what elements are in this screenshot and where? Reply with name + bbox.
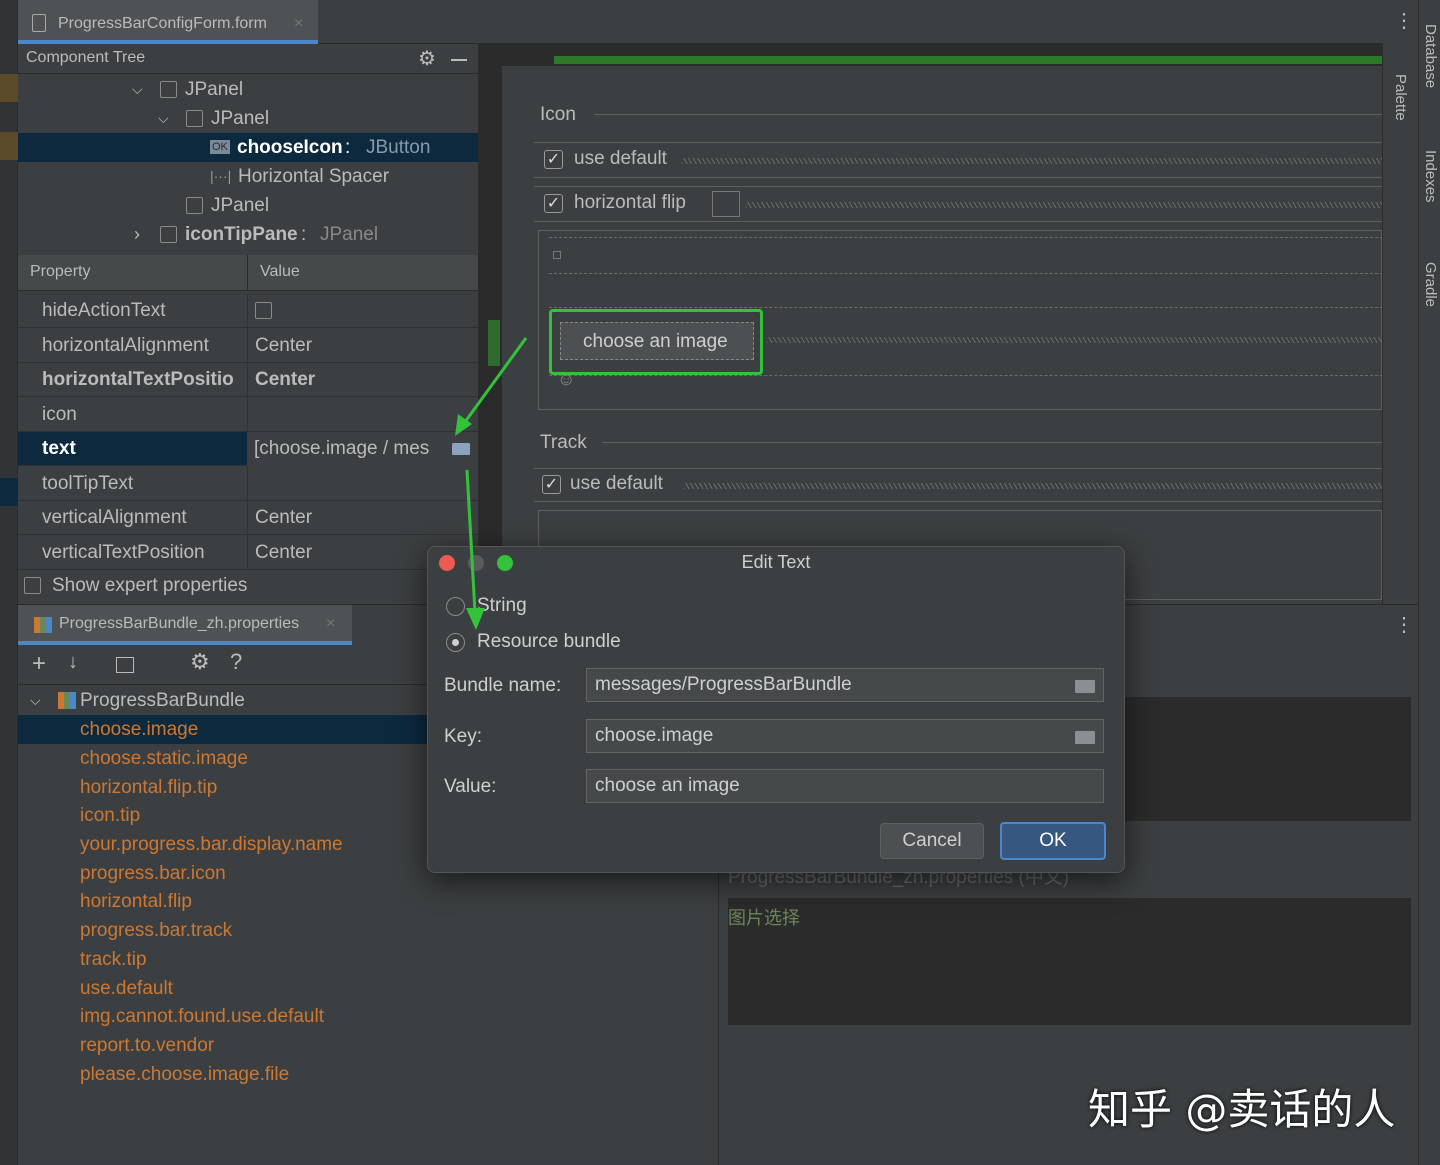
arrow-to-text-property [463,337,528,423]
watermark: 知乎 @卖话的人 [1088,1085,1396,1134]
arrow-to-dialog [465,469,477,613]
arrow-head [466,608,485,630]
annotation-arrows [455,337,528,630]
